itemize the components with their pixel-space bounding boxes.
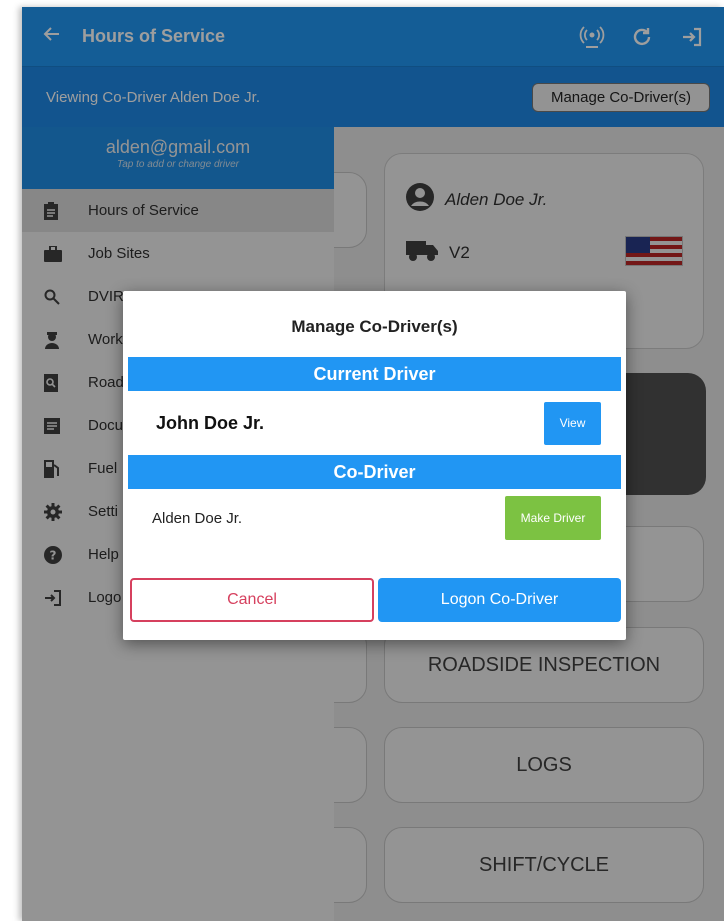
header-scrim [22,7,724,127]
co-driver-row: Alden Doe Jr. Make Driver [128,489,621,547]
device-screen: Hours of Service Viewing Co-Driver Alden… [22,7,724,921]
current-driver-name: John Doe Jr. [156,412,265,433]
logon-co-driver-button[interactable]: Logon Co-Driver [378,578,621,622]
dialog-title: Manage Co-Driver(s) [291,317,458,336]
view-button[interactable]: View [544,401,601,445]
co-driver-header: Co-Driver [128,455,621,489]
manage-co-drivers-dialog: Manage Co-Driver(s) Current Driver John … [123,291,626,640]
co-driver-name: Alden Doe Jr. [152,509,243,527]
current-driver-row: John Doe Jr. View [128,391,621,455]
make-driver-button[interactable]: Make Driver [505,496,601,540]
current-driver-header: Current Driver [128,357,621,391]
cancel-button[interactable]: Cancel [130,578,374,622]
